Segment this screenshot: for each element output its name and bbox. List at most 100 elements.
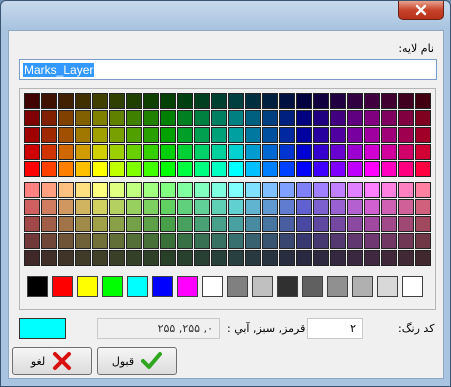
color-swatch[interactable] [211,216,227,232]
color-swatch[interactable] [177,110,193,126]
color-swatch[interactable] [24,182,40,198]
color-swatch[interactable] [75,127,91,143]
color-swatch[interactable] [41,110,57,126]
color-swatch[interactable] [347,250,363,266]
color-swatch[interactable] [126,110,142,126]
color-swatch[interactable] [398,182,414,198]
color-swatch[interactable] [364,110,380,126]
color-swatch[interactable] [262,199,278,215]
color-swatch[interactable] [92,233,108,249]
color-swatch[interactable] [92,110,108,126]
close-button[interactable] [398,1,444,20]
color-swatch[interactable] [75,233,91,249]
color-swatch[interactable] [75,110,91,126]
color-swatch[interactable] [177,93,193,109]
color-swatch[interactable] [398,93,414,109]
color-swatch[interactable] [415,110,431,126]
basic-color-swatch[interactable] [277,276,298,297]
color-swatch[interactable] [41,161,57,177]
color-swatch[interactable] [58,110,74,126]
color-swatch[interactable] [381,127,397,143]
color-swatch[interactable] [245,127,261,143]
color-swatch[interactable] [364,233,380,249]
color-swatch[interactable] [75,182,91,198]
color-swatch[interactable] [279,233,295,249]
color-swatch[interactable] [245,216,261,232]
color-swatch[interactable] [415,250,431,266]
color-swatch[interactable] [177,182,193,198]
color-swatch[interactable] [364,199,380,215]
color-swatch[interactable] [296,161,312,177]
color-swatch[interactable] [262,216,278,232]
color-swatch[interactable] [347,93,363,109]
color-swatch[interactable] [92,182,108,198]
color-swatch[interactable] [24,250,40,266]
layer-name-input[interactable]: Marks_Layer [19,59,437,80]
color-swatch[interactable] [347,110,363,126]
color-swatch[interactable] [296,199,312,215]
basic-color-swatch[interactable] [127,276,148,297]
color-swatch[interactable] [58,127,74,143]
color-swatch[interactable] [279,216,295,232]
color-swatch[interactable] [347,233,363,249]
color-swatch[interactable] [262,144,278,160]
color-swatch[interactable] [126,216,142,232]
color-swatch[interactable] [160,216,176,232]
color-swatch[interactable] [177,161,193,177]
color-swatch[interactable] [24,233,40,249]
color-swatch[interactable] [177,250,193,266]
color-swatch[interactable] [364,250,380,266]
color-swatch[interactable] [228,233,244,249]
color-swatch[interactable] [41,233,57,249]
color-swatch[interactable] [245,93,261,109]
color-swatch[interactable] [415,233,431,249]
color-swatch[interactable] [296,182,312,198]
color-swatch[interactable] [228,127,244,143]
color-swatch[interactable] [143,216,159,232]
color-swatch[interactable] [296,250,312,266]
color-swatch[interactable] [330,233,346,249]
color-swatch[interactable] [211,182,227,198]
color-swatch[interactable] [92,93,108,109]
color-swatch[interactable] [41,127,57,143]
color-swatch[interactable] [296,110,312,126]
color-swatch[interactable] [313,110,329,126]
basic-color-swatch[interactable] [177,276,198,297]
color-swatch[interactable] [126,93,142,109]
color-swatch[interactable] [92,144,108,160]
color-swatch[interactable] [58,182,74,198]
color-swatch[interactable] [228,161,244,177]
color-swatch[interactable] [296,127,312,143]
color-swatch[interactable] [58,144,74,160]
color-swatch[interactable] [364,93,380,109]
color-swatch[interactable] [415,182,431,198]
color-swatch[interactable] [143,199,159,215]
color-swatch[interactable] [398,144,414,160]
color-swatch[interactable] [109,233,125,249]
color-swatch[interactable] [262,93,278,109]
color-swatch[interactable] [92,127,108,143]
color-swatch[interactable] [143,250,159,266]
color-swatch[interactable] [109,144,125,160]
color-swatch[interactable] [415,144,431,160]
color-swatch[interactable] [143,161,159,177]
color-swatch[interactable] [262,182,278,198]
color-swatch[interactable] [109,199,125,215]
color-swatch[interactable] [279,199,295,215]
color-swatch[interactable] [58,216,74,232]
color-swatch[interactable] [245,250,261,266]
color-swatch[interactable] [211,110,227,126]
basic-color-swatch[interactable] [227,276,248,297]
color-swatch[interactable] [228,250,244,266]
color-swatch[interactable] [398,250,414,266]
color-swatch[interactable] [194,182,210,198]
color-swatch[interactable] [143,110,159,126]
color-swatch[interactable] [109,161,125,177]
color-swatch[interactable] [58,93,74,109]
color-swatch[interactable] [279,250,295,266]
color-swatch[interactable] [381,144,397,160]
color-swatch[interactable] [398,161,414,177]
color-swatch[interactable] [279,144,295,160]
color-swatch[interactable] [347,127,363,143]
color-swatch[interactable] [58,233,74,249]
